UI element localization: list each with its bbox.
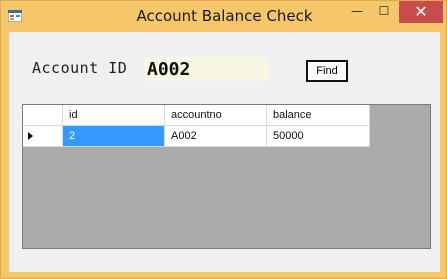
cell-accountno[interactable]: A002 xyxy=(165,126,267,147)
close-button[interactable]: ✕ xyxy=(399,1,443,23)
find-button[interactable]: Find xyxy=(306,60,348,82)
grid-header-row: id accountno balance xyxy=(23,105,370,126)
column-header-balance[interactable]: balance xyxy=(267,105,370,126)
accounts-datagrid[interactable]: id accountno balance 2 A002 50000 xyxy=(22,104,431,249)
cell-id[interactable]: 2 xyxy=(63,126,165,147)
account-id-label: Account ID xyxy=(32,59,128,77)
form-client-area: Account ID Find id accountno balance 2 A… xyxy=(9,32,440,272)
account-id-input[interactable] xyxy=(144,57,268,81)
minimize-button[interactable]: — xyxy=(344,1,370,23)
row-header[interactable] xyxy=(23,126,63,147)
grid-corner-header[interactable] xyxy=(23,105,63,126)
current-row-arrow-icon xyxy=(28,132,33,140)
title-bar[interactable]: Account Balance Check — ☐ ✕ xyxy=(1,1,447,31)
app-window: Account Balance Check — ☐ ✕ Account ID F… xyxy=(0,0,447,279)
cell-balance[interactable]: 50000 xyxy=(267,126,370,147)
column-header-accountno[interactable]: accountno xyxy=(165,105,267,126)
column-header-id[interactable]: id xyxy=(63,105,165,126)
table-row[interactable]: 2 A002 50000 xyxy=(23,126,370,147)
maximize-button[interactable]: ☐ xyxy=(371,1,397,23)
